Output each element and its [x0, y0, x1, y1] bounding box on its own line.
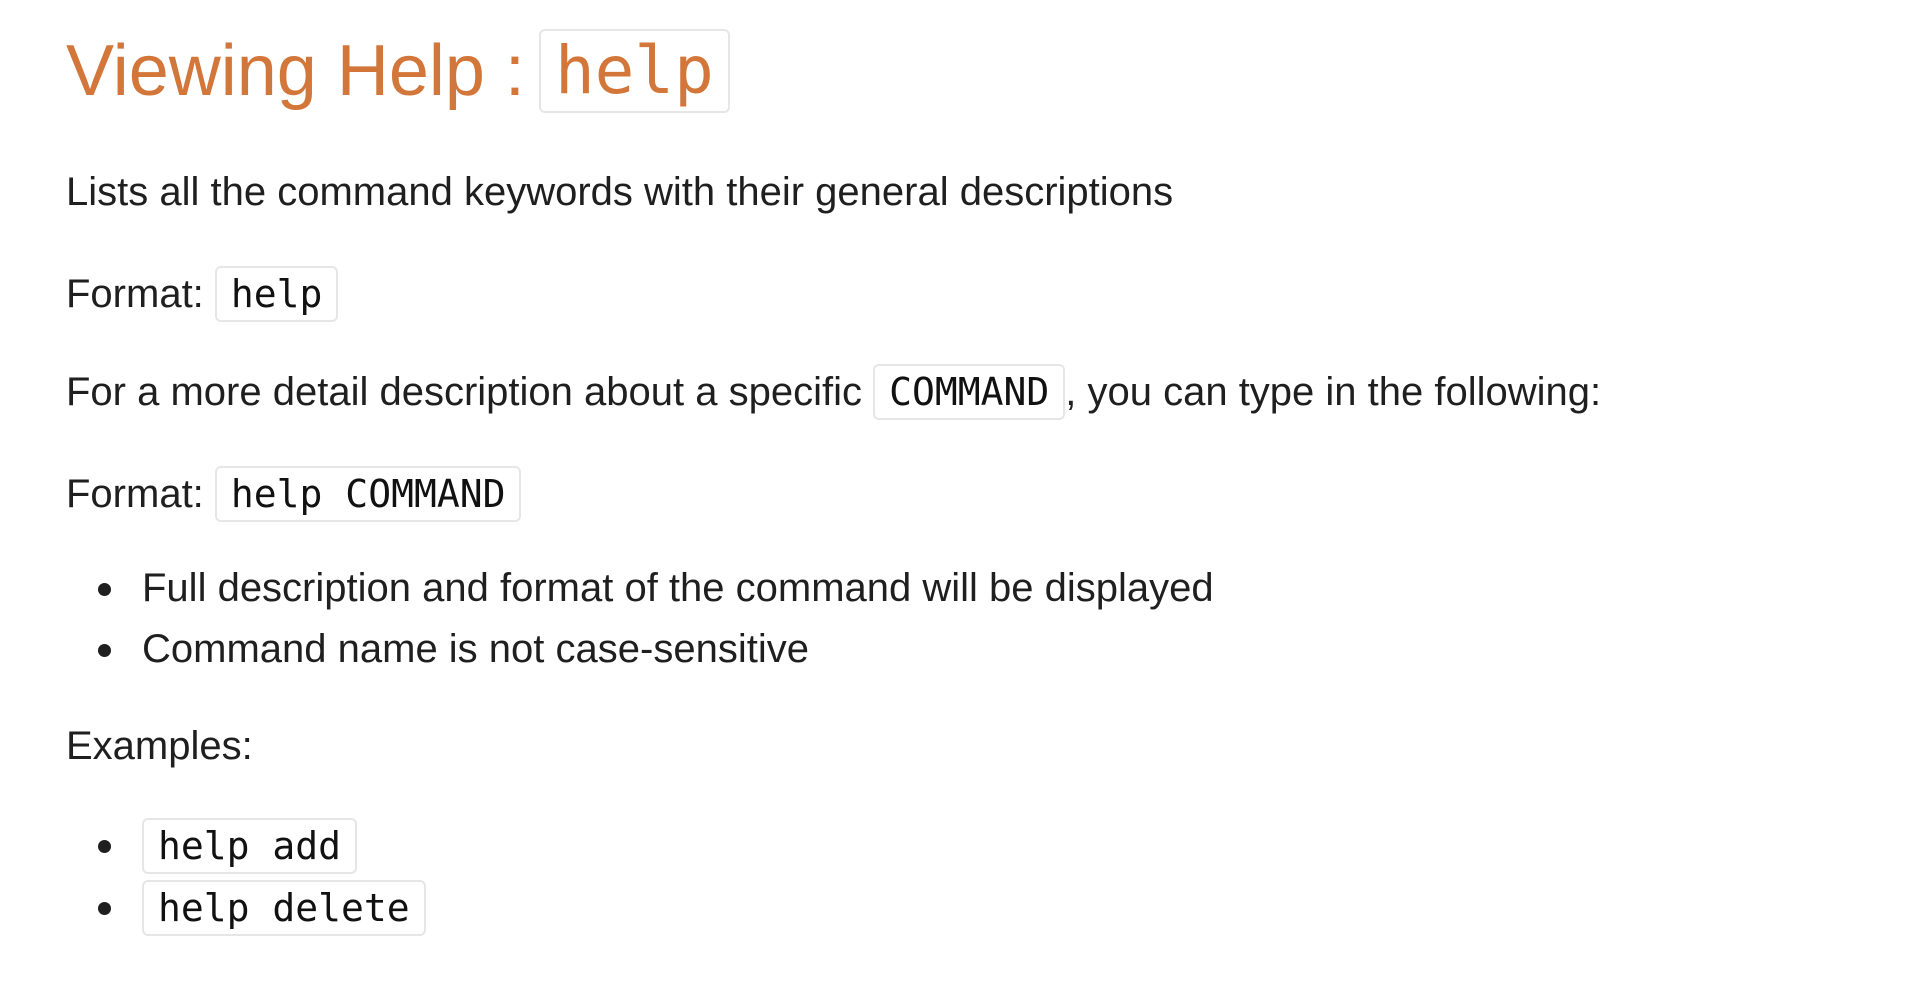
- list-item: help add: [66, 815, 426, 877]
- note-text: Full description and format of the comma…: [142, 566, 1214, 610]
- example-code: help add: [142, 818, 358, 874]
- detail-paragraph: For a more detail description about a sp…: [66, 364, 1601, 420]
- format-line-1: Format: help: [66, 266, 339, 322]
- examples-list: help add help delete: [66, 815, 426, 939]
- heading-code: help: [538, 29, 730, 113]
- list-item: Command name is not case-sensitive: [66, 619, 1214, 680]
- format-label: Format:: [66, 472, 204, 516]
- example-code: help delete: [142, 880, 426, 936]
- heading-text: Viewing Help :: [66, 31, 525, 111]
- detail-text-before: For a more detail description about a sp…: [66, 370, 862, 414]
- list-item: help delete: [66, 877, 426, 939]
- note-text: Command name is not case-sensitive: [142, 627, 809, 671]
- format-line-2: Format: help COMMAND: [66, 466, 522, 522]
- bullet-icon: [98, 643, 111, 657]
- bullet-icon: [98, 840, 111, 853]
- detail-code: COMMAND: [873, 364, 1066, 420]
- bullet-icon: [98, 902, 111, 915]
- examples-label: Examples:: [66, 724, 253, 768]
- intro-paragraph: Lists all the command keywords with thei…: [66, 170, 1174, 214]
- bullet-icon: [98, 582, 111, 596]
- detail-text-after: , you can type in the following:: [1065, 370, 1602, 414]
- format-label: Format:: [66, 272, 204, 316]
- format-code: help COMMAND: [214, 466, 522, 522]
- notes-list: Full description and format of the comma…: [66, 558, 1214, 680]
- format-code: help: [214, 266, 339, 322]
- list-item: Full description and format of the comma…: [66, 558, 1214, 619]
- section-heading: Viewing Help : help: [66, 28, 730, 114]
